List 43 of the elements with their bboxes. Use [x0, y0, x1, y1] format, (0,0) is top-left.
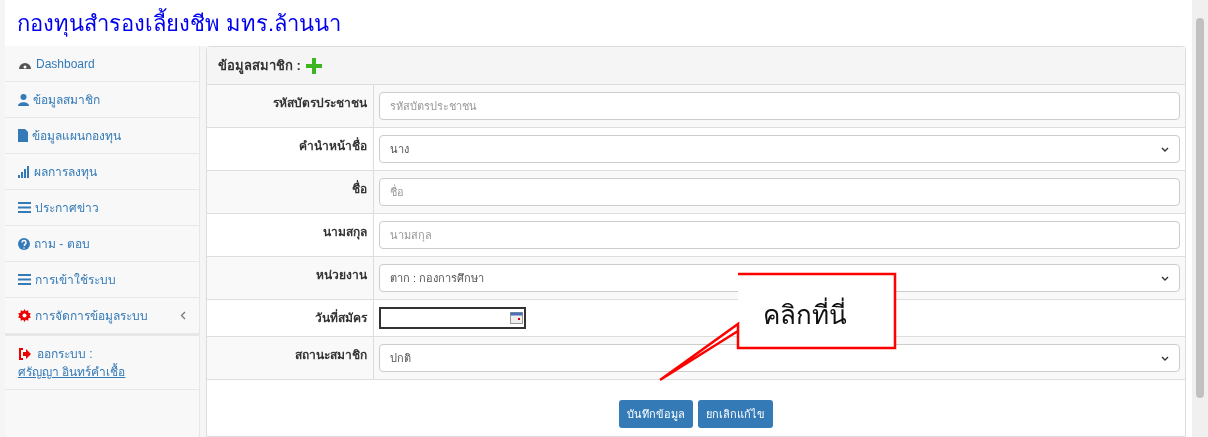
site-title: กองทุนสำรองเลี้ยงชีพ มทร.ล้านนา — [17, 7, 342, 39]
question-icon — [18, 237, 30, 250]
sidebar-item[interactable]: ถาม - ตอบ — [5, 226, 199, 262]
bar-chart-icon — [18, 165, 30, 178]
gear-icon — [18, 309, 31, 322]
user-link[interactable]: ศรัญญา อินทร์คำเชื้อ — [18, 363, 126, 381]
chevron-icon — [180, 311, 186, 320]
sidebar-item[interactable]: การเข้าใช้ระบบ — [5, 262, 199, 298]
sidebar-item[interactable]: Dashboard — [5, 46, 199, 82]
callout-text: คลิกที่นี่ — [763, 296, 847, 335]
sidebar-item[interactable]: การจัดการข้อมูลระบบ — [5, 298, 199, 334]
sidebar-item[interactable]: ประกาศข่าว — [5, 190, 199, 226]
text-field[interactable]: รหัสบัตรประชาชน — [379, 92, 1180, 120]
calendar-icon[interactable] — [510, 312, 523, 324]
text-field[interactable]: นามสกุล — [379, 221, 1180, 249]
select-field[interactable]: นาง — [379, 135, 1180, 163]
list-icon — [18, 202, 31, 213]
logout-label: ออกระบบ : — [37, 346, 93, 363]
form-button[interactable]: ยกเลิกแก้ไข — [698, 400, 773, 428]
panel-title: ข้อมูลสมาชิก : — [218, 56, 301, 76]
dropdown-icon — [1161, 146, 1169, 152]
select-field[interactable]: ปกติ — [379, 344, 1180, 372]
user-icon — [18, 93, 29, 106]
sidebar-item[interactable]: ข้อมูลสมาชิก — [5, 82, 199, 118]
field-label: สถานะสมาชิก — [295, 347, 367, 364]
date-field[interactable] — [379, 307, 526, 329]
list-icon — [18, 274, 31, 285]
field-label: นามสกุล — [323, 224, 367, 242]
sidebar-item[interactable]: ข้อมูลแผนกองทุน — [5, 118, 199, 154]
dropdown-icon — [1161, 275, 1169, 281]
document-icon — [18, 129, 28, 142]
sidebar-item[interactable]: ผลการลงทุน — [5, 154, 199, 190]
field-label: คำนำหน้าชื่อ — [299, 137, 367, 155]
field-label: วันที่สมัคร — [315, 309, 367, 327]
dropdown-icon — [1161, 355, 1169, 361]
text-field[interactable]: ชื่อ — [379, 178, 1180, 206]
form-button[interactable]: บันทึกข้อมูล — [619, 400, 693, 428]
field-label: ชื่อ — [352, 180, 367, 198]
scrollbar[interactable] — [1192, 0, 1208, 437]
field-label: รหัสบัตรประชาชน — [273, 95, 367, 112]
add-icon[interactable] — [304, 56, 323, 75]
field-label: หน่วยงาน — [316, 267, 367, 284]
logout-icon[interactable] — [18, 348, 31, 360]
